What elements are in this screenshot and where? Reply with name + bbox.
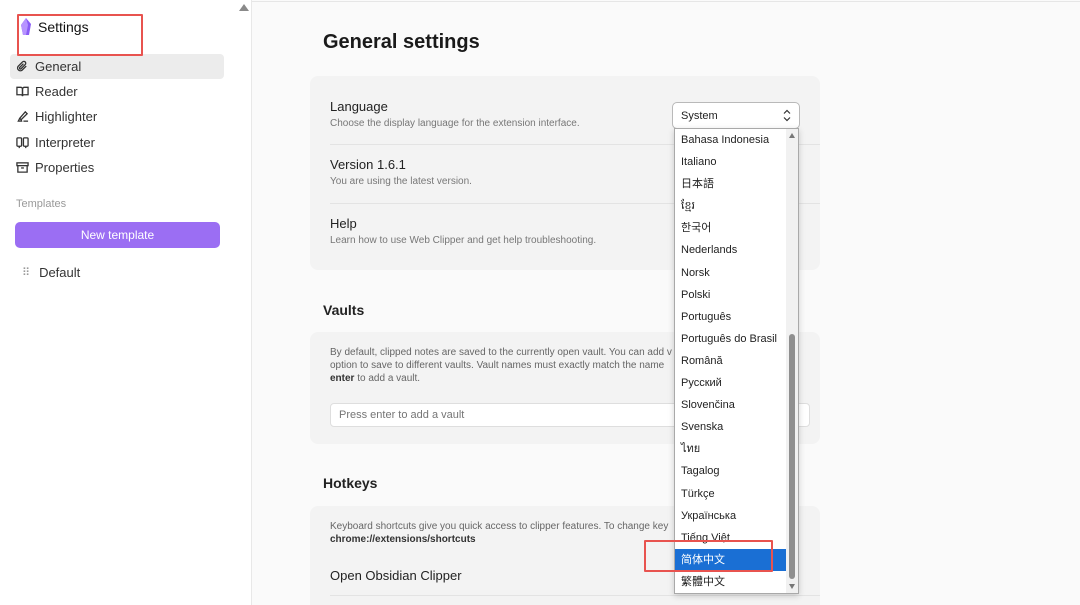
language-options: Bahasa Indonesia Italiano 日本語 ខ្មែរ 한국어 Neder… (675, 129, 787, 593)
sidebar-item-label: Highlighter (35, 109, 98, 125)
language-option[interactable]: 繁體中文 (675, 571, 787, 593)
language-option[interactable]: Română (675, 350, 787, 372)
vaults-desc-line: to add a vault. (354, 373, 421, 384)
language-option[interactable]: 简体中文 (675, 548, 787, 571)
vaults-desc-bold: enter (330, 373, 355, 384)
vaults-heading: Vaults (323, 302, 365, 318)
template-label: Default (39, 265, 81, 280)
shortcuts-link[interactable]: chrome://extensions/shortcuts (330, 534, 476, 545)
paperclip-icon (16, 60, 27, 72)
archive-icon (16, 161, 29, 173)
hotkeys-heading: Hotkeys (323, 475, 378, 491)
language-option[interactable]: Português (675, 306, 787, 328)
sidebar-item-label: Interpreter (35, 134, 95, 150)
language-option[interactable]: 日本語 (675, 173, 787, 195)
language-select[interactable]: System (672, 102, 800, 129)
language-option[interactable]: ไทย (675, 438, 787, 460)
language-dropdown[interactable]: Bahasa Indonesia Italiano 日本語 ខ្មែរ 한국어 Neder… (674, 128, 799, 594)
sidebar-item-interpreter[interactable]: Interpreter (10, 130, 224, 155)
chevron-up-down-icon (783, 109, 791, 122)
templates-section-label: Templates (16, 198, 67, 210)
brand-title: Settings (38, 19, 89, 35)
scroll-up-arrow-icon[interactable] (789, 133, 795, 138)
divider (330, 595, 820, 596)
interpreter-icon (16, 136, 29, 148)
book-open-icon (16, 86, 29, 97)
sidebar-item-highlighter[interactable]: Highlighter (10, 104, 224, 129)
sidebar: Settings General Reader Highlighter Inte… (0, 0, 252, 605)
language-option[interactable]: Bahasa Indonesia (675, 129, 787, 151)
brand: Settings (20, 18, 89, 36)
language-option[interactable]: Українська (675, 505, 787, 527)
drag-handle-icon[interactable]: ⠿ (22, 266, 30, 279)
sidebar-item-properties[interactable]: Properties (10, 155, 224, 180)
sidebar-item-reader[interactable]: Reader (10, 79, 224, 104)
sidebar-scroll-up-arrow[interactable] (239, 4, 249, 11)
language-option[interactable]: Português do Brasil (675, 328, 787, 350)
template-item-default[interactable]: ⠿ Default (22, 265, 80, 280)
language-option[interactable]: Polski (675, 284, 787, 306)
language-option[interactable]: Nederlands (675, 239, 787, 261)
dropdown-scrollbar[interactable] (786, 129, 798, 593)
language-option[interactable]: Tagalog (675, 460, 787, 482)
language-option[interactable]: Slovenčina (675, 394, 787, 416)
language-select-value: System (681, 109, 718, 122)
sidebar-item-label: Reader (35, 84, 78, 100)
top-border (252, 1, 1080, 2)
language-option[interactable]: Tiếng Việt (675, 527, 787, 549)
scroll-down-arrow-icon[interactable] (789, 584, 795, 589)
sidebar-item-general[interactable]: General (10, 54, 224, 79)
language-option[interactable]: Norsk (675, 262, 787, 284)
sidebar-item-label: Properties (35, 159, 95, 175)
obsidian-logo-icon (21, 18, 31, 35)
language-option[interactable]: 한국어 (675, 217, 787, 239)
sidebar-nav: General Reader Highlighter Interpreter P… (10, 54, 224, 180)
scrollbar-thumb[interactable] (789, 334, 795, 579)
language-option[interactable]: ខ្មែរ (675, 195, 787, 217)
language-option[interactable]: Svenska (675, 416, 787, 438)
sidebar-item-label: General (35, 59, 82, 74)
highlighter-icon (17, 111, 29, 123)
language-option[interactable]: Русский (675, 372, 787, 394)
new-template-button[interactable]: New template (15, 222, 220, 248)
language-option[interactable]: Italiano (675, 151, 787, 173)
language-option[interactable]: Türkçe (675, 483, 787, 505)
page-title: General settings (323, 31, 480, 53)
